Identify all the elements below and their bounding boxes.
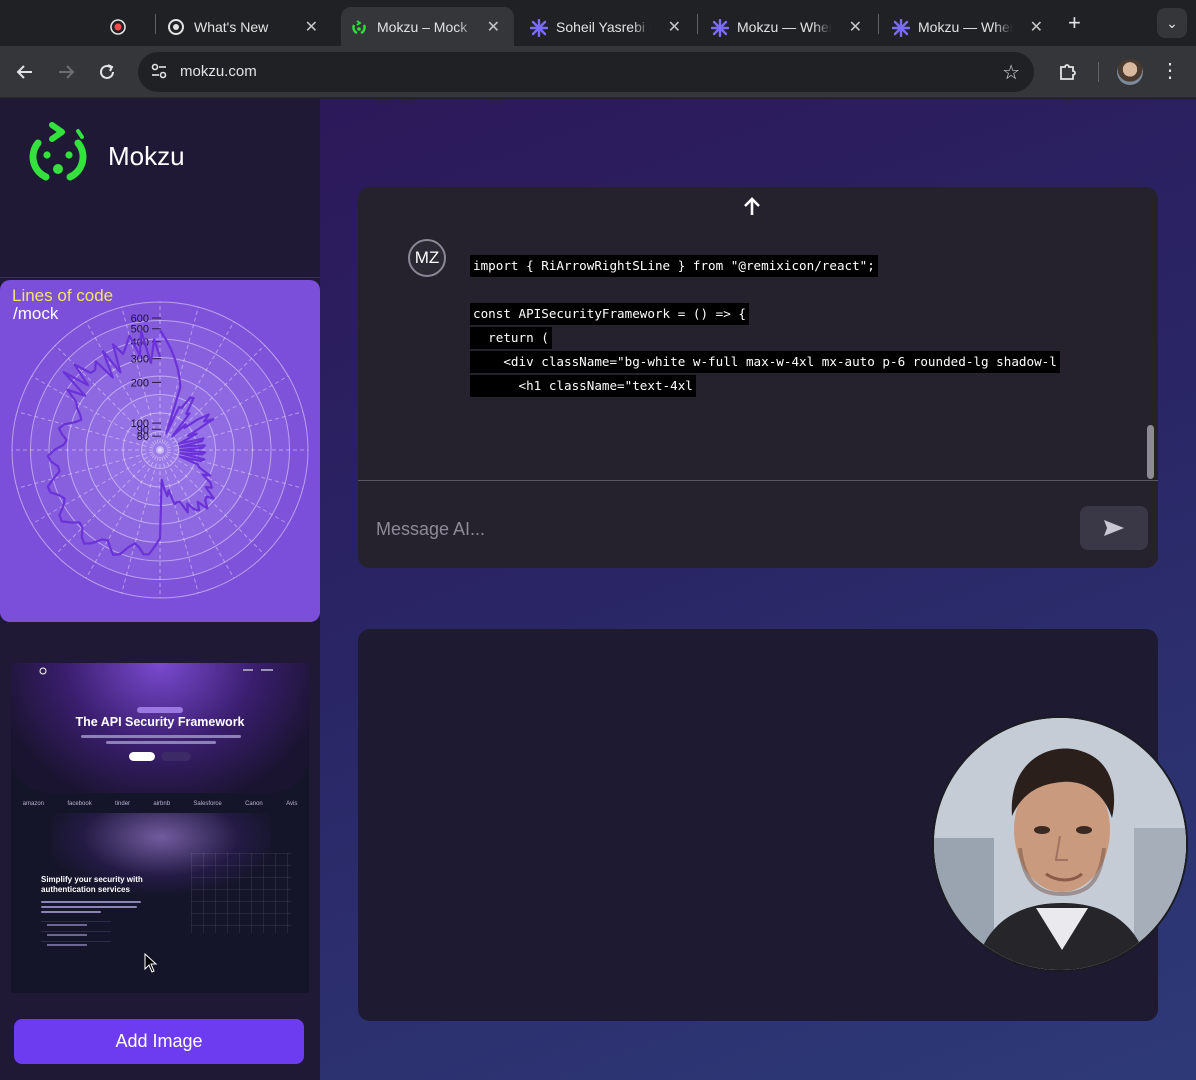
record-icon bbox=[110, 18, 126, 35]
profile-avatar[interactable] bbox=[1117, 59, 1143, 85]
message-input[interactable] bbox=[376, 515, 1056, 543]
close-icon[interactable]: ✕ bbox=[1030, 17, 1043, 37]
code-line: return ( bbox=[470, 327, 552, 349]
polar-tick-label: 500 bbox=[131, 324, 149, 336]
tab-whats-new[interactable]: What's New ✕ bbox=[160, 7, 332, 46]
thumbnail-secondary-button bbox=[161, 752, 191, 761]
chat-panel: MZ import { RiArrowRightSLine } from "@r… bbox=[358, 187, 1158, 568]
close-icon[interactable]: ✕ bbox=[849, 17, 862, 37]
tab-recording[interactable] bbox=[110, 7, 150, 46]
asterisk-icon bbox=[891, 18, 911, 37]
thumbnail-text-line bbox=[106, 741, 216, 744]
thumbnail-cta-button bbox=[129, 752, 155, 761]
thumbnail-nav-link bbox=[261, 669, 273, 671]
uploaded-image-thumbnail[interactable]: The API Security Framework amazon facebo… bbox=[11, 663, 309, 993]
url-text: mokzu.com bbox=[180, 63, 257, 80]
close-icon[interactable]: ✕ bbox=[487, 17, 500, 37]
reload-button[interactable] bbox=[93, 58, 121, 86]
close-icon[interactable]: ✕ bbox=[305, 17, 318, 37]
thumbnail-logo: facebook bbox=[67, 801, 92, 807]
chart-subtitle: /mock bbox=[13, 304, 59, 323]
code-line: import { RiArrowRightSLine } from "@remi… bbox=[470, 255, 878, 277]
new-tab-button[interactable]: + bbox=[1068, 10, 1081, 36]
tab-separator bbox=[155, 14, 156, 34]
close-icon[interactable]: ✕ bbox=[668, 17, 681, 37]
polar-chart-card[interactable]: 80 90 100 200 300 400 500 600 Lines of code /mo… bbox=[0, 280, 320, 622]
tab-title: What's New bbox=[194, 18, 269, 35]
back-button[interactable] bbox=[11, 58, 39, 86]
thumbnail-list-item bbox=[41, 941, 111, 949]
thumbnail-logo: tinder bbox=[115, 801, 131, 807]
toolbar-separator bbox=[1098, 62, 1099, 82]
thumbnail-nav-link bbox=[243, 669, 253, 671]
polar-tick-label: 100 bbox=[131, 418, 149, 430]
thumbnail-logo: Avis bbox=[286, 801, 298, 807]
code-line: <h1 className="text-4xl bbox=[470, 375, 696, 397]
asterisk-icon bbox=[710, 18, 730, 37]
brand-name: Mokzu bbox=[108, 141, 185, 171]
mouse-cursor-icon bbox=[144, 953, 158, 973]
mokzu-logo-icon bbox=[29, 122, 87, 181]
more-menu-icon[interactable]: ⋮ bbox=[1160, 58, 1180, 83]
send-button[interactable] bbox=[1080, 506, 1148, 550]
thumbnail-heading: The API Security Framework bbox=[75, 715, 245, 729]
chrome-icon bbox=[168, 18, 184, 35]
tab-strip: What's New ✕ Mokzu – Mock ✕ Soheil Yasre… bbox=[0, 0, 1196, 46]
avatar: MZ bbox=[408, 239, 446, 277]
arrow-left-icon bbox=[16, 65, 32, 79]
thumbnail-logo: amazon bbox=[22, 801, 45, 807]
tab-mokzu-where-2[interactable]: Mokzu — Wher ✕ bbox=[882, 7, 1057, 46]
tab-soheil-yasrebi[interactable]: Soheil Yasrebi | ✕ bbox=[520, 7, 695, 46]
thumbnail-list-item bbox=[41, 931, 111, 939]
tab-mokzu-mock[interactable]: Mokzu – Mock ✕ bbox=[341, 7, 514, 46]
thumbnail-section-heading: Simplify your security with authenticati… bbox=[41, 875, 143, 894]
tab-mokzu-where-1[interactable]: Mokzu — Wher ✕ bbox=[701, 7, 876, 46]
sidebar: Mokzu 80 90 100 200 300 400 500 600 Lines of co… bbox=[0, 99, 320, 1080]
add-image-button[interactable]: Add Image bbox=[14, 1019, 304, 1064]
browser-toolbar: mokzu.com ☆ ⋮ bbox=[0, 46, 1196, 98]
chart-title: Lines of code bbox=[12, 286, 114, 305]
forward-button[interactable] bbox=[52, 58, 80, 86]
sidebar-divider bbox=[0, 277, 320, 278]
polar-chart: 8090100200300400500600 bbox=[11, 301, 309, 599]
reload-icon bbox=[100, 64, 114, 79]
mokzu-icon bbox=[351, 19, 367, 35]
tab-title: Mokzu — Wher bbox=[918, 18, 1013, 35]
tab-search-button[interactable]: ⌄ bbox=[1157, 8, 1187, 38]
code-line: const APISecurityFramework = () => { bbox=[470, 303, 749, 325]
address-bar[interactable]: mokzu.com ☆ bbox=[138, 52, 1034, 92]
thumbnail-logo-icon bbox=[39, 667, 47, 675]
thumbnail-logo: Salesforce bbox=[193, 801, 222, 807]
tab-separator bbox=[697, 14, 698, 34]
thumbnail-text-line bbox=[81, 735, 241, 738]
arrow-right-icon bbox=[59, 65, 75, 79]
thumbnail-text-line bbox=[41, 911, 101, 913]
presenter-portrait bbox=[934, 718, 1186, 970]
thumbnail-logo: airbnb bbox=[153, 801, 171, 807]
thumbnail-badge bbox=[137, 707, 183, 713]
thumbnail-grid bbox=[191, 853, 291, 933]
thumbnail-list-item bbox=[41, 921, 111, 929]
asterisk-icon bbox=[529, 18, 549, 37]
polar-tick-label: 200 bbox=[131, 377, 149, 389]
extensions-puzzle-icon[interactable] bbox=[1056, 60, 1080, 84]
chat-divider bbox=[358, 480, 1158, 481]
send-icon bbox=[1104, 520, 1124, 536]
thumbnail-text-line bbox=[41, 906, 137, 908]
thumbnail-text-line bbox=[41, 901, 141, 903]
site-settings-icon[interactable] bbox=[150, 62, 168, 80]
thumbnail-logo-row: amazon facebook tinder airbnb Salesforce… bbox=[11, 801, 309, 807]
tab-title: Soheil Yasrebi | bbox=[556, 18, 651, 35]
tab-separator bbox=[878, 14, 879, 34]
tab-title: Mokzu — Wher bbox=[737, 18, 832, 35]
scroll-up-icon[interactable] bbox=[740, 195, 764, 225]
chevron-down-icon: ⌄ bbox=[1166, 14, 1178, 31]
tab-title: Mokzu – Mock bbox=[377, 18, 468, 35]
chat-scrollbar[interactable] bbox=[1147, 425, 1154, 479]
webcam-overlay bbox=[932, 716, 1188, 972]
code-line: <div className="bg-white w-full max-w-4x… bbox=[470, 351, 1060, 373]
polar-tick-label: 600 bbox=[131, 313, 149, 325]
thumbnail-logo: Canon bbox=[245, 801, 263, 807]
bookmark-star-icon[interactable]: ☆ bbox=[1002, 60, 1020, 85]
